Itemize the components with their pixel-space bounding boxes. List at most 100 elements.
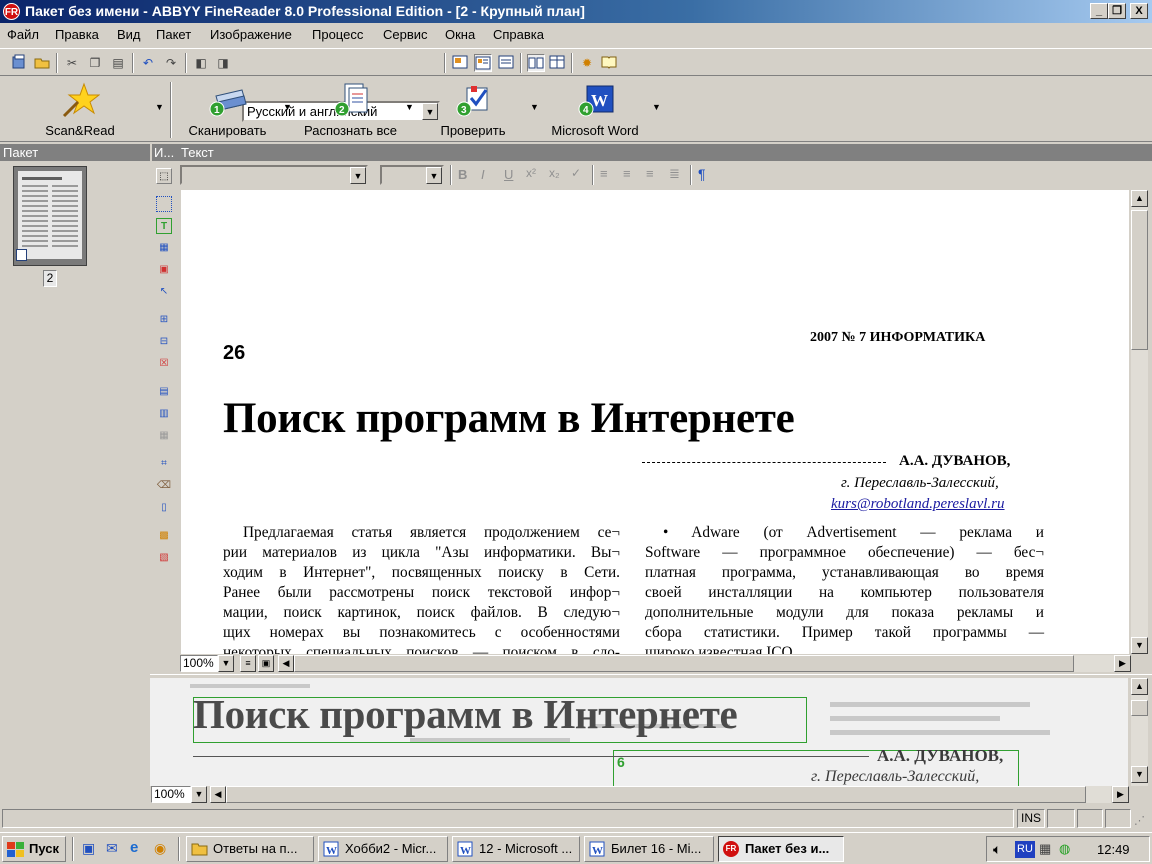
task-word-ticket16[interactable]: W Билет 16 - Mi... (584, 836, 714, 862)
table-view-icon[interactable] (548, 54, 566, 72)
text-zoom-dropdown-icon[interactable]: ▼ (218, 655, 234, 672)
scroll-right-icon[interactable]: ▶ (1112, 786, 1129, 803)
task-word-hobby2[interactable]: W Хобби2 - Micr... (318, 836, 448, 862)
tray-app-icon[interactable]: ◍ (1059, 841, 1070, 857)
text-horizontal-scrollbar[interactable] (294, 655, 1114, 672)
subscript-icon[interactable]: x₂ (549, 166, 560, 180)
chevron-down-icon[interactable]: ▼ (350, 167, 366, 184)
read-all-button[interactable]: 2 Распознать все (298, 78, 403, 140)
scroll-up-icon[interactable]: ▲ (1131, 678, 1148, 695)
italic-icon[interactable]: I (481, 167, 485, 182)
scroll-thumb[interactable] (1131, 210, 1148, 350)
language-indicator[interactable]: RU (1015, 841, 1035, 858)
chevron-down-icon[interactable]: ▼ (426, 167, 442, 184)
picture-area-tool-icon[interactable]: ▣ (156, 262, 172, 278)
scroll-left-icon[interactable]: ◀ (278, 655, 294, 672)
cut-area-tool-icon[interactable]: ⊟ (156, 334, 172, 350)
options-gear-icon[interactable]: ✹ (578, 54, 596, 72)
text-window-icon[interactable] (474, 54, 492, 72)
scan-dropdown-icon[interactable]: ▼ (283, 102, 292, 112)
scan-and-read-dropdown-icon[interactable]: ▼ (155, 102, 164, 112)
add-area-tool-icon[interactable]: ⊞ (156, 312, 172, 328)
image-zoom-value[interactable]: 100% (151, 786, 191, 803)
volume-icon[interactable]: 🔈︎ (993, 841, 1001, 858)
menu-edit[interactable]: Правка (55, 27, 99, 42)
close-button[interactable]: X (1130, 3, 1148, 19)
text-view-layout-icon[interactable]: ▣ (258, 655, 274, 672)
new-batch-icon[interactable] (10, 54, 28, 72)
eraser-tool-icon[interactable]: ⌫ (156, 478, 172, 494)
previous-page-icon[interactable]: ◧ (192, 54, 210, 72)
undo-icon[interactable]: ↶ (139, 54, 157, 72)
scroll-down-icon[interactable]: ▼ (1131, 766, 1148, 783)
zoom-vertical-scrollbar[interactable]: ▲ ▼ (1131, 678, 1148, 786)
picture-tool-icon[interactable]: ▧ (156, 550, 172, 566)
zoom-horizontal-scrollbar[interactable] (226, 786, 1111, 803)
open-batch-icon[interactable] (33, 54, 51, 72)
menu-help[interactable]: Справка (493, 27, 544, 42)
font-name-select[interactable]: ▼ (180, 165, 368, 185)
copy-icon[interactable]: ❐ (86, 54, 104, 72)
page-thumbnail[interactable] (13, 166, 87, 266)
cut-icon[interactable]: ✂ (63, 54, 81, 72)
scroll-down-icon[interactable]: ▼ (1131, 637, 1148, 654)
underline-icon[interactable]: U (504, 167, 513, 182)
microsoft-word-dropdown-icon[interactable]: ▼ (652, 102, 661, 112)
scroll-thumb[interactable] (1131, 700, 1148, 716)
check-dropdown-icon[interactable]: ▼ (530, 102, 539, 112)
check-button[interactable]: 3 Проверить (423, 78, 523, 140)
quicklaunch-app-icon[interactable]: ◉ (154, 840, 166, 857)
align-left-icon[interactable]: ≡ (600, 166, 608, 181)
menu-tools[interactable]: Сервис (383, 27, 428, 42)
two-pages-icon[interactable] (527, 54, 545, 72)
scan-button[interactable]: 1 Сканировать (180, 78, 275, 140)
resize-grip-icon[interactable]: ⋰ (1134, 814, 1145, 827)
paste-icon[interactable]: ▤ (109, 54, 127, 72)
menu-image[interactable]: Изображение (210, 27, 292, 42)
redo-icon[interactable]: ↷ (162, 54, 180, 72)
table-area-tool-icon[interactable]: ▦ (156, 240, 172, 256)
menu-windows[interactable]: Окна (445, 27, 475, 42)
task-word-12[interactable]: W 12 - Microsoft ... (452, 836, 580, 862)
scroll-up-icon[interactable]: ▲ (1131, 190, 1148, 207)
image-window-icon[interactable] (451, 54, 469, 72)
align-center-icon[interactable]: ≡ (623, 166, 631, 181)
menu-file[interactable]: Файл (7, 27, 39, 42)
align-justify-icon[interactable]: ≣ (669, 166, 680, 182)
title-bar[interactable]: FR Пакет без имени - ABBYY FineReader 8.… (0, 0, 1152, 23)
delete-area-tool-icon[interactable]: ☒ (156, 356, 172, 372)
read-all-dropdown-icon[interactable]: ▼ (405, 102, 414, 112)
task-folder-answers[interactable]: Ответы на п... (186, 836, 314, 862)
text-view-normal-icon[interactable]: ≡ (240, 655, 256, 672)
add-row-tool-icon[interactable]: ▤ (156, 384, 172, 400)
task-finereader[interactable]: FR Пакет без и... (718, 836, 844, 862)
microsoft-word-button[interactable]: W4 Microsoft Word (545, 78, 645, 140)
scroll-left-icon[interactable]: ◀ (210, 786, 226, 803)
text-vertical-scrollbar[interactable]: ▲ ▼ (1131, 190, 1148, 654)
menu-batch[interactable]: Пакет (156, 27, 191, 42)
menu-view[interactable]: Вид (117, 27, 141, 42)
image-zoom-dropdown-icon[interactable]: ▼ (191, 786, 207, 803)
superscript-icon[interactable]: x² (526, 166, 536, 180)
quicklaunch-desktop-icon[interactable]: ▣ (82, 840, 95, 857)
restore-button[interactable]: ❐ (1108, 3, 1126, 19)
crop-tool-icon[interactable]: ⌗ (156, 456, 172, 472)
help-book-icon[interactable] (600, 54, 618, 72)
zoom-image-window[interactable]: 1 Поиск программ в Интернете 6 А.А. ДУВА… (150, 678, 1128, 786)
minimize-button[interactable]: _ (1090, 3, 1108, 19)
start-button[interactable]: Пуск (2, 836, 66, 862)
scroll-thumb[interactable] (226, 786, 1086, 803)
select-image-tool-icon[interactable]: ⬚ (156, 168, 172, 184)
align-right-icon[interactable]: ≡ (646, 166, 654, 181)
page-properties-tool-icon[interactable]: ▯ (156, 500, 172, 516)
document-email-link[interactable]: kurs@robotland.pereslavl.ru (831, 496, 1005, 513)
merge-cells-tool-icon[interactable]: ▦ (156, 428, 172, 444)
show-formatting-icon[interactable]: ¶ (698, 166, 706, 182)
text-zoom-value[interactable]: 100% (180, 655, 218, 672)
network-icon[interactable]: ▦ (1039, 841, 1051, 857)
next-page-icon[interactable]: ◨ (214, 54, 232, 72)
recognition-area-tool-icon[interactable] (156, 196, 172, 212)
font-size-select[interactable]: ▼ (380, 165, 444, 185)
quicklaunch-outlook-icon[interactable]: ✉ (106, 840, 118, 857)
menu-process[interactable]: Процесс (312, 27, 363, 42)
